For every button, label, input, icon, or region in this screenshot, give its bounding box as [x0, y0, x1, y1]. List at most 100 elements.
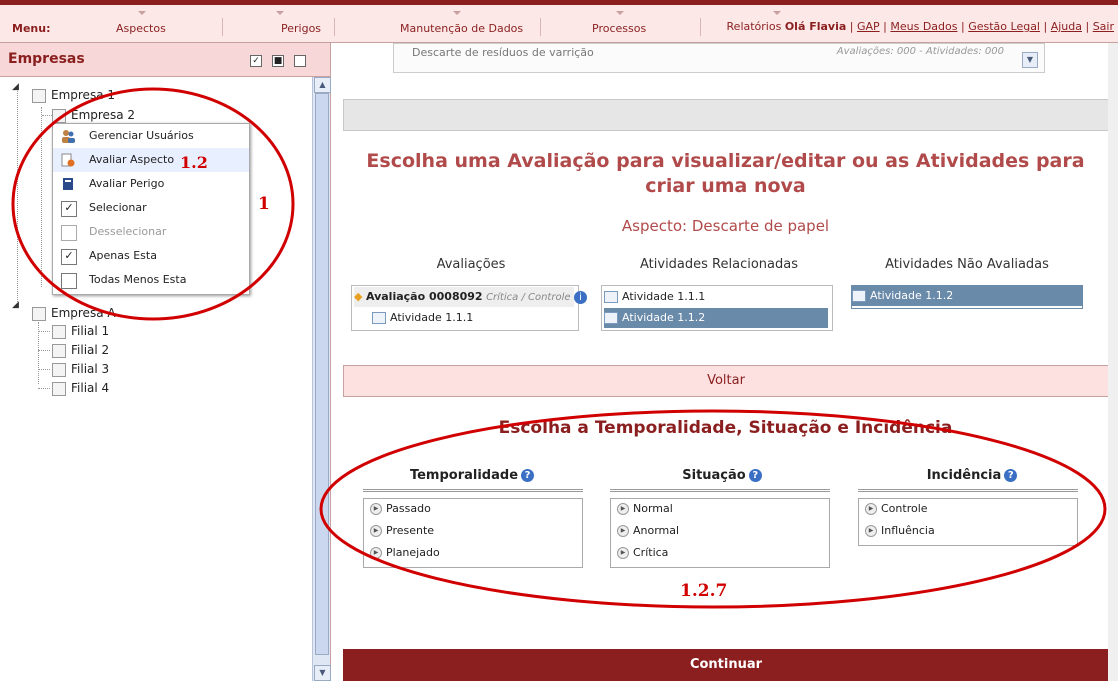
scroll-down-icon[interactable]: ▼ — [314, 665, 331, 681]
help-icon[interactable]: ? — [521, 469, 535, 482]
page-scrollbar[interactable] — [1108, 43, 1118, 681]
situacao-title: Situação? — [607, 468, 837, 483]
avaliacao-meta: Crítica / Controle — [486, 292, 571, 303]
link-gestao-legal[interactable]: Gestão Legal — [968, 20, 1040, 33]
node-checkbox[interactable] — [52, 324, 66, 339]
tree-node-empresa-1[interactable]: Empresa 1 — [32, 87, 115, 103]
help-icon[interactable]: ? — [1004, 469, 1018, 482]
select-partial-checkbox[interactable]: ■ — [272, 55, 284, 67]
menu-item-processos[interactable]: Processos — [592, 22, 646, 35]
ctx-gerenciar-usuarios[interactable]: Gerenciar Usuários — [53, 124, 249, 148]
ctx-avaliar-aspecto[interactable]: Avaliar Aspecto — [53, 148, 249, 172]
list-item-avaliacao[interactable]: ◆ Avaliação 0008092 Crítica / Controle i — [354, 287, 588, 307]
option-passado[interactable]: ▶ Passado — [370, 501, 431, 517]
scroll-up-icon[interactable]: ▲ — [314, 77, 331, 93]
situacao-label: Situação — [682, 468, 746, 483]
situacao-options: ▶ Normal ▶ Anormal ▶ Crítica — [610, 498, 830, 568]
ctx-apenas-esta[interactable]: ✓ Apenas Esta — [53, 244, 249, 268]
menu-item-manutencao[interactable]: Manutenção de Dados — [400, 22, 523, 35]
list-item-atividade[interactable]: Atividade 1.1.1 — [372, 308, 473, 328]
list-item-atividade-selected[interactable]: Atividade 1.1.2 — [852, 286, 1082, 306]
select-all-checkbox[interactable]: ✓ — [250, 55, 262, 67]
node-checkbox[interactable] — [52, 343, 66, 358]
link-sair[interactable]: Sair — [1093, 20, 1114, 33]
menu-separator — [540, 18, 541, 36]
node-checkbox[interactable] — [52, 108, 66, 123]
chevron-down-icon — [276, 11, 284, 15]
bullet-icon: ▶ — [617, 525, 629, 537]
ctx-todas-menos-esta[interactable]: Todas Menos Esta — [53, 268, 249, 292]
menu-item-aspectos[interactable]: Aspectos — [116, 22, 166, 35]
ctx-selecionar[interactable]: ✓ Selecionar — [53, 196, 249, 220]
incidencia-options: ▶ Controle ▶ Influência — [858, 498, 1078, 546]
bullet-icon: ▶ — [865, 503, 877, 515]
select-none-checkbox[interactable] — [294, 55, 306, 67]
companies-panel-header: Empresas ✓ ■ — [0, 43, 330, 77]
ctx-label: Avaliar Perigo — [89, 177, 165, 190]
option-label: Planejado — [386, 546, 440, 559]
document-icon — [852, 290, 866, 302]
tree-node-filial-1[interactable]: Filial 1 — [52, 323, 109, 339]
user-greeting: Olá Flavia — [784, 20, 847, 33]
tree-node-empresa-a[interactable]: Empresa A — [32, 305, 116, 321]
option-influencia[interactable]: ▶ Influência — [865, 523, 935, 539]
section-heading: Escolha a Temporalidade, Situação e Inci… — [498, 418, 953, 438]
tree-expand-icon[interactable]: ◢ — [12, 300, 19, 310]
node-label: Empresa 1 — [51, 88, 115, 102]
help-icon[interactable]: ? — [748, 469, 762, 482]
menu-separator — [222, 18, 223, 36]
empty-box-icon — [61, 225, 77, 241]
chevron-down-icon[interactable]: ▼ — [1022, 52, 1038, 68]
option-anormal[interactable]: ▶ Anormal — [617, 523, 679, 539]
chevron-down-icon — [138, 11, 146, 15]
node-checkbox[interactable] — [52, 381, 66, 396]
tree-scrollbar[interactable]: ▲ ▼ — [312, 77, 331, 681]
ctx-label: Selecionar — [89, 201, 147, 214]
tree-node-filial-4[interactable]: Filial 4 — [52, 380, 109, 396]
link-meus-dados[interactable]: Meus Dados — [890, 20, 957, 33]
option-planejado[interactable]: ▶ Planejado — [370, 545, 440, 561]
ctx-desselecionar[interactable]: Desselecionar — [53, 220, 249, 244]
voltar-button[interactable]: Voltar — [343, 365, 1109, 397]
tree-node-empresa-2[interactable]: Empresa 2 — [52, 107, 135, 123]
avaliacoes-list: ◆ Avaliação 0008092 Crítica / Controle i… — [351, 285, 588, 331]
tree-node-filial-2[interactable]: Filial 2 — [52, 342, 109, 358]
companies-panel: Empresas ✓ ■ ◢ Empresa 1 Empresa 2 ◢ Emp… — [0, 43, 331, 681]
option-presente[interactable]: ▶ Presente — [370, 523, 434, 539]
annotation-1-2: 1.2 — [180, 153, 208, 172]
option-normal[interactable]: ▶ Normal — [617, 501, 673, 517]
menu-item-relatorios[interactable]: Relatórios — [727, 20, 782, 33]
empty-box-icon — [61, 273, 77, 289]
menu-item-perigos[interactable]: Perigos — [281, 22, 321, 35]
list-item-atividade-selected[interactable]: Atividade 1.1.2 — [604, 308, 828, 328]
diamond-icon: ◆ — [354, 290, 363, 303]
tree-expand-icon[interactable]: ◢ — [12, 82, 19, 92]
user-links: Relatórios Olá Flavia | GAP | Meus Dados… — [726, 20, 1114, 33]
option-label: Anormal — [633, 524, 680, 537]
bullet-icon: ▶ — [370, 547, 382, 559]
document-icon — [604, 291, 618, 303]
node-checkbox[interactable] — [52, 362, 66, 377]
info-icon[interactable]: i — [574, 290, 588, 304]
option-label: Passado — [386, 502, 431, 515]
list-item-atividade[interactable]: Atividade 1.1.1 — [604, 287, 828, 307]
option-label: Crítica — [633, 546, 669, 559]
ctx-label: Todas Menos Esta — [89, 273, 187, 286]
tree-node-filial-3[interactable]: Filial 3 — [52, 361, 109, 377]
atividade-label: Atividade 1.1.1 — [390, 311, 474, 324]
aspect-dropdown[interactable]: Descarte de resíduos de varrição Avaliaç… — [393, 43, 1045, 73]
bullet-icon: ▶ — [865, 525, 877, 537]
link-gap[interactable]: GAP — [857, 20, 880, 33]
option-label: Controle — [881, 502, 928, 515]
ctx-label: Desselecionar — [89, 225, 167, 238]
scroll-thumb[interactable] — [315, 93, 329, 655]
ctx-avaliar-perigo[interactable]: Avaliar Perigo — [53, 172, 249, 196]
continuar-button[interactable]: Continuar — [343, 649, 1109, 681]
node-checkbox[interactable] — [32, 88, 46, 103]
node-checkbox[interactable] — [32, 306, 46, 321]
link-ajuda[interactable]: Ajuda — [1051, 20, 1082, 33]
tree-line — [38, 388, 50, 389]
option-critica[interactable]: ▶ Crítica — [617, 545, 668, 561]
temporalidade-title: Temporalidade? — [357, 468, 587, 483]
option-controle[interactable]: ▶ Controle — [865, 501, 928, 517]
